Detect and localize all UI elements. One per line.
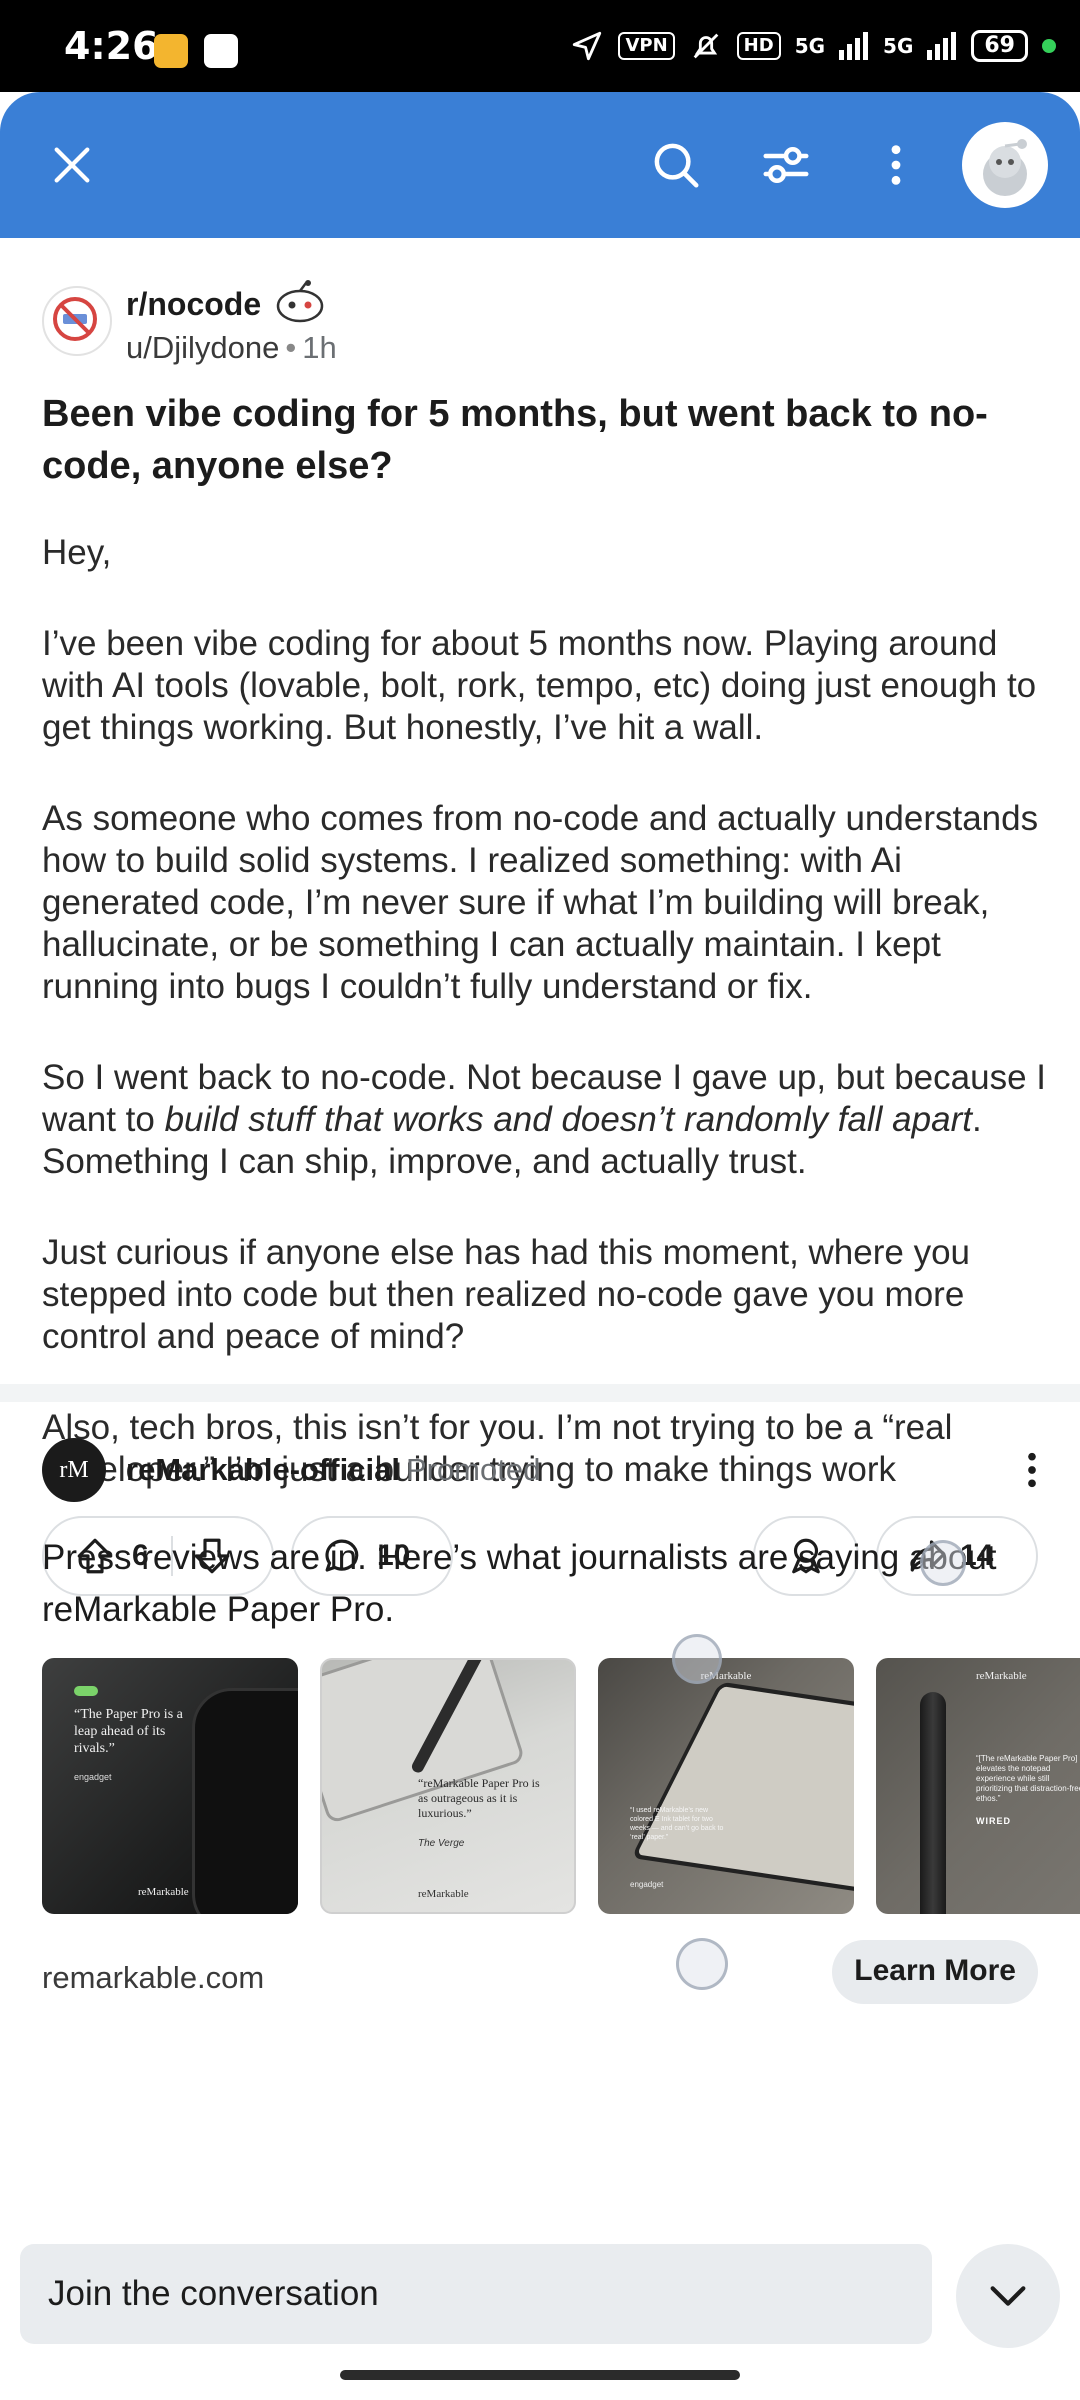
sliders-icon	[763, 147, 809, 183]
close-button[interactable]	[36, 129, 108, 201]
card-2-source: The Verge	[418, 1838, 465, 1849]
signal-bars-icon-2	[927, 32, 957, 60]
card-1-quote: “The Paper Pro is a leap ahead of its ri…	[74, 1707, 183, 1756]
body-paragraph-4: So I went back to no-code. Not because I…	[42, 1057, 1052, 1183]
post-title: Been vibe coding for 5 months, but went …	[42, 393, 988, 487]
snoo-badge-icon	[276, 280, 324, 323]
card-4-source: WIRED	[976, 1816, 1011, 1826]
status-bar: 4:26 VPN HD 5G 5G 69	[0, 0, 1080, 92]
meta-separator: •	[285, 330, 297, 365]
card-2-brand: reMarkable	[418, 1888, 469, 1900]
no-code-icon	[53, 297, 97, 341]
snoo-avatar-icon	[983, 139, 1027, 196]
privacy-dot	[1042, 39, 1056, 53]
card-3-brand: reMarkable	[700, 1670, 752, 1682]
card-1-tablet-edge	[192, 1688, 298, 1914]
promo-card-2[interactable]: “reMarkable Paper Pro is as outrageous a…	[320, 1658, 576, 1914]
close-icon	[54, 147, 90, 183]
comment-composer-bar: Join the conversation	[0, 2206, 1080, 2400]
promoted-header: rM reMarkable-official Promoted	[42, 1438, 1042, 1504]
promo-footer: remarkable.com Learn More	[42, 1940, 1038, 2004]
body-paragraph-2: I’ve been vibe coding for about 5 months…	[42, 624, 1037, 747]
card-3-source: engadget	[630, 1880, 664, 1889]
card-1-brand: reMarkable	[138, 1886, 189, 1898]
body-paragraph-1: Hey,	[42, 533, 112, 572]
signal-bars-icon	[839, 32, 869, 60]
join-conversation-input[interactable]: Join the conversation	[20, 2244, 932, 2344]
sort-filter-button[interactable]	[750, 129, 822, 201]
touch-indicator	[676, 1938, 728, 1990]
post-age: 1h	[302, 330, 337, 365]
advertiser-name[interactable]: reMarkable-official	[126, 1452, 400, 1487]
status-time: 4:26	[64, 24, 159, 68]
mail-app-icon	[154, 34, 188, 68]
signal-5g-1: 5G	[794, 34, 826, 58]
promoted-tag: Promoted	[405, 1452, 541, 1487]
search-icon	[654, 143, 699, 188]
chevron-down-icon	[990, 2286, 1026, 2306]
body-paragraph-3: As someone who comes from no-code and ac…	[42, 799, 1039, 1006]
location-icon	[573, 31, 602, 61]
signal-5g-2: 5G	[883, 34, 914, 58]
promo-more-icon[interactable]	[1022, 1450, 1042, 1490]
hd-badge: HD	[736, 32, 781, 60]
promo-card-1[interactable]: “The Paper Pro is a leap ahead of its ri…	[42, 1658, 298, 1914]
mute-icon	[693, 33, 719, 59]
promo-carousel[interactable]: “The Paper Pro is a leap ahead of its ri…	[42, 1658, 1080, 1916]
home-indicator[interactable]	[340, 2370, 740, 2380]
cat-app-icon	[204, 34, 238, 68]
card-4-quote: “[The reMarkable Paper Pro] elevates the…	[976, 1754, 1080, 1803]
battery-indicator: 69	[971, 30, 1028, 62]
touch-indicator	[920, 1540, 966, 1586]
user-avatar[interactable]	[962, 122, 1048, 208]
more-options-button[interactable]	[860, 129, 932, 201]
card-4-brand: reMarkable	[976, 1670, 1027, 1682]
author-name[interactable]: u/Djilydone	[126, 330, 279, 365]
vpn-badge: VPN	[618, 32, 675, 60]
card-1-source: engadget	[74, 1772, 112, 1782]
search-button[interactable]	[640, 129, 712, 201]
promo-card-3[interactable]: reMarkable “I used reMarkable’s new colo…	[598, 1658, 854, 1914]
subreddit-name[interactable]: r/nocode	[126, 286, 261, 323]
body-paragraph-4-italic: build stuff that works and doesn’t rando…	[164, 1100, 972, 1139]
status-indicators: VPN HD 5G 5G 69	[570, 26, 1056, 66]
app-bar	[0, 92, 1080, 238]
more-vertical-icon	[891, 145, 901, 185]
collapse-button[interactable]	[956, 2244, 1060, 2348]
promoted-text: Press reviews are in. Here’s what journa…	[42, 1538, 997, 1629]
card-3-tablet	[631, 1681, 854, 1893]
card-1-new-badge	[74, 1686, 98, 1696]
card-2-quote: “reMarkable Paper Pro is as outrageous a…	[418, 1776, 540, 1820]
subreddit-icon[interactable]	[42, 286, 112, 356]
learn-more-button[interactable]: Learn More	[832, 1940, 1038, 2004]
promo-domain[interactable]: remarkable.com	[42, 1960, 264, 1995]
body-paragraph-5: Just curious if anyone else has had this…	[42, 1233, 970, 1356]
card-4-stylus	[920, 1692, 946, 1914]
advertiser-avatar[interactable]: rM	[42, 1438, 106, 1502]
post-meta: u/Djilydone • 1h	[126, 330, 337, 366]
promo-card-4[interactable]: reMarkable “[The reMarkable Paper Pro] e…	[876, 1658, 1080, 1914]
section-divider	[0, 1384, 1080, 1402]
touch-indicator	[672, 1634, 722, 1684]
card-3-quote: “I used reMarkable’s new colored E Ink t…	[630, 1807, 724, 1841]
advertiser-line: reMarkable-official Promoted	[126, 1452, 540, 1488]
